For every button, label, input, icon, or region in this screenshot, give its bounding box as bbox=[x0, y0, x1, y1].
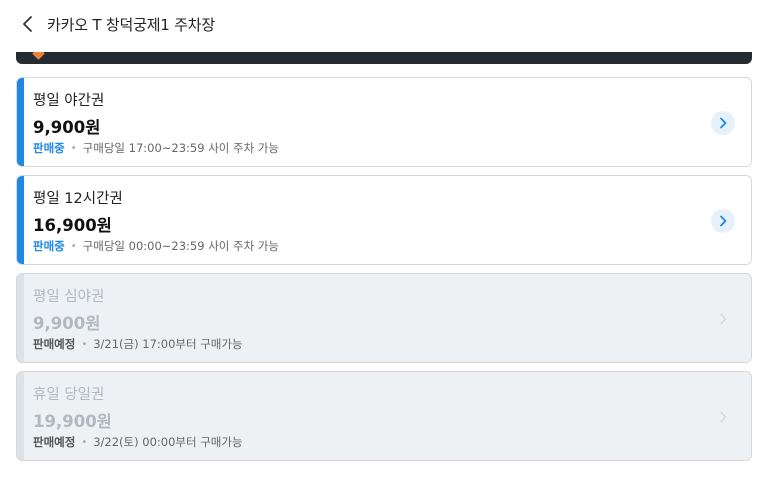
ticket-accent-bar bbox=[17, 78, 24, 166]
chevron-right-icon bbox=[711, 405, 735, 429]
ticket-price: 9,900원 bbox=[33, 118, 101, 137]
app-header: 카카오 T 창덕궁제1 주차장 bbox=[0, 0, 766, 48]
ticket-description: 구매당일 00:00~23:59 사이 주차 가능 bbox=[82, 239, 279, 253]
ticket-accent-bar bbox=[17, 372, 24, 460]
ticket-description: 구매당일 17:00~23:59 사이 주차 가능 bbox=[82, 141, 279, 155]
ticket-description: 3/21(금) 17:00부터 구매가능 bbox=[93, 337, 243, 351]
back-button[interactable] bbox=[16, 12, 40, 36]
ticket-name: 평일 12시간권 bbox=[33, 191, 123, 207]
dark-banner bbox=[16, 52, 752, 64]
separator-dot: • bbox=[70, 240, 77, 252]
ticket-name: 휴일 당일권 bbox=[33, 387, 105, 403]
ticket-card-weekday-night[interactable]: 평일 야간권 9,900원 판매중 • 구매당일 17:00~23:59 사이 … bbox=[16, 77, 752, 167]
ticket-status: 판매중 bbox=[33, 239, 65, 253]
banner-marker-icon bbox=[32, 52, 45, 60]
ticket-meta: 판매예정 • 3/21(금) 17:00부터 구매가능 bbox=[33, 336, 243, 352]
ticket-status: 판매중 bbox=[33, 141, 65, 155]
ticket-price: 19,900원 bbox=[33, 412, 112, 431]
ticket-description: 3/22(토) 00:00부터 구매가능 bbox=[93, 435, 243, 449]
ticket-name: 평일 야간권 bbox=[33, 93, 105, 109]
ticket-list: 평일 야간권 9,900원 판매중 • 구매당일 17:00~23:59 사이 … bbox=[16, 77, 752, 469]
chevron-right-icon[interactable] bbox=[711, 209, 735, 233]
chevron-right-icon bbox=[711, 307, 735, 331]
ticket-meta: 판매중 • 구매당일 00:00~23:59 사이 주차 가능 bbox=[33, 238, 279, 254]
separator-dot: • bbox=[81, 436, 88, 448]
ticket-name: 평일 심야권 bbox=[33, 289, 105, 305]
separator-dot: • bbox=[70, 142, 77, 154]
ticket-status: 판매예정 bbox=[33, 337, 76, 351]
ticket-accent-bar bbox=[17, 176, 24, 264]
separator-dot: • bbox=[81, 338, 88, 350]
ticket-card-holiday-day: 휴일 당일권 19,900원 판매예정 • 3/22(토) 00:00부터 구매… bbox=[16, 371, 752, 461]
chevron-left-icon bbox=[23, 16, 32, 32]
ticket-card-weekday-latenight: 평일 심야권 9,900원 판매예정 • 3/21(금) 17:00부터 구매가… bbox=[16, 273, 752, 363]
ticket-card-weekday-12h[interactable]: 평일 12시간권 16,900원 판매중 • 구매당일 00:00~23:59 … bbox=[16, 175, 752, 265]
ticket-price: 9,900원 bbox=[33, 314, 101, 333]
ticket-meta: 판매예정 • 3/22(토) 00:00부터 구매가능 bbox=[33, 434, 243, 450]
ticket-accent-bar bbox=[17, 274, 24, 362]
ticket-price: 16,900원 bbox=[33, 216, 112, 235]
chevron-right-icon[interactable] bbox=[711, 111, 735, 135]
page-title: 카카오 T 창덕궁제1 주차장 bbox=[47, 16, 216, 34]
ticket-status: 판매예정 bbox=[33, 435, 76, 449]
ticket-meta: 판매중 • 구매당일 17:00~23:59 사이 주차 가능 bbox=[33, 140, 279, 156]
